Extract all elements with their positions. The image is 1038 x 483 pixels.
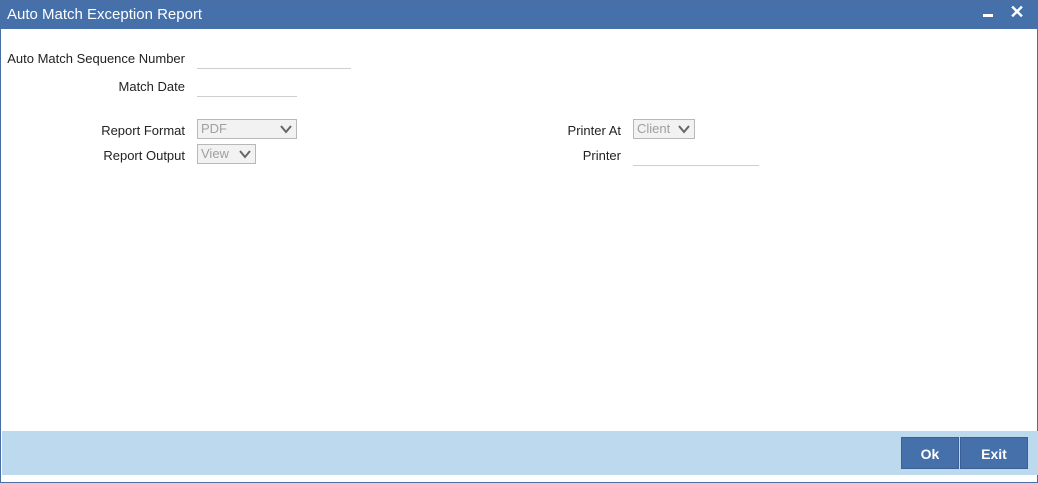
window-title: Auto Match Exception Report bbox=[7, 6, 203, 23]
match-date-field[interactable] bbox=[197, 77, 297, 97]
report-format-select[interactable]: PDF bbox=[197, 119, 297, 139]
footer-bar: Ok Exit bbox=[2, 431, 1038, 475]
report-format-label: Report Format bbox=[101, 123, 185, 138]
ok-button[interactable]: Ok bbox=[901, 437, 959, 469]
printer-label: Printer bbox=[582, 148, 621, 163]
report-output-select[interactable]: View bbox=[197, 144, 256, 164]
chevron-down-icon bbox=[238, 147, 252, 161]
report-format-value: PDF bbox=[201, 121, 227, 136]
match-date-label: Match Date bbox=[118, 79, 185, 94]
chevron-down-icon bbox=[279, 122, 293, 136]
report-output-value: View bbox=[201, 146, 229, 161]
sequence-number-field[interactable] bbox=[197, 49, 351, 69]
sequence-number-label: Auto Match Sequence Number bbox=[7, 51, 185, 66]
close-icon[interactable]: ✕ bbox=[1006, 3, 1028, 25]
printer-at-select[interactable]: Client bbox=[633, 119, 695, 139]
report-window: Auto Match Exception Report ✕ Auto Match… bbox=[0, 0, 1038, 483]
printer-field[interactable] bbox=[633, 146, 759, 166]
minimize-icon[interactable] bbox=[977, 3, 999, 25]
report-output-label: Report Output bbox=[103, 148, 185, 163]
printer-at-value: Client bbox=[637, 121, 671, 136]
title-bar: Auto Match Exception Report ✕ bbox=[1, 1, 1037, 29]
chevron-down-icon bbox=[677, 122, 691, 136]
printer-at-label: Printer At bbox=[567, 123, 621, 138]
exit-button[interactable]: Exit bbox=[960, 437, 1028, 469]
